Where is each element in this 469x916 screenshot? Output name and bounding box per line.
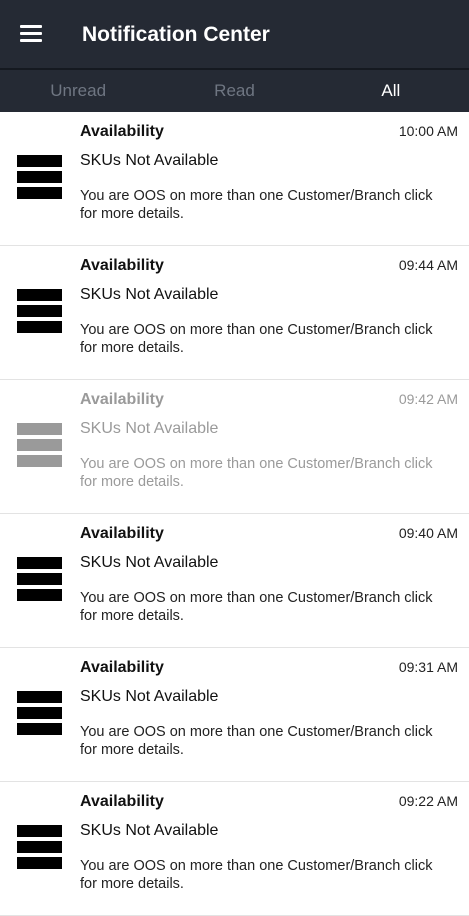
notification-title: Availability: [80, 391, 164, 408]
notification-item[interactable]: Availability 09:40 AM SKUs Not Available…: [0, 514, 469, 648]
notification-item[interactable]: Availability 10:00 AM SKUs Not Available…: [0, 112, 469, 246]
app-bar: Notification Center: [0, 0, 469, 68]
notification-body: You are OOS on more than one Customer/Br…: [80, 456, 433, 490]
tab-unread[interactable]: Unread: [0, 70, 156, 112]
notification-title: Availability: [80, 525, 164, 542]
stacked-bars-icon: [17, 557, 62, 605]
notification-title: Availability: [80, 793, 164, 810]
notification-time: 09:40 AM: [398, 525, 458, 541]
notification-subtitle: SKUs Not Available: [80, 152, 219, 169]
tab-all[interactable]: All: [313, 70, 469, 112]
notification-title: Availability: [80, 659, 164, 676]
notification-subtitle: SKUs Not Available: [80, 420, 219, 437]
notification-time: 09:42 AM: [398, 391, 458, 407]
notification-subtitle: SKUs Not Available: [80, 554, 219, 571]
notification-time: 10:00 AM: [398, 123, 458, 139]
notification-body: You are OOS on more than one Customer/Br…: [80, 590, 433, 624]
notification-item[interactable]: Availability 09:31 AM SKUs Not Available…: [0, 648, 469, 782]
notification-subtitle: SKUs Not Available: [80, 688, 219, 705]
stacked-bars-icon: [17, 691, 62, 739]
notification-item[interactable]: Availability 09:44 AM SKUs Not Available…: [0, 246, 469, 380]
notification-time: 09:31 AM: [398, 659, 458, 675]
notification-title: Availability: [80, 257, 164, 274]
notification-body: You are OOS on more than one Customer/Br…: [80, 724, 433, 758]
notification-tabs: Unread Read All: [0, 70, 469, 112]
stacked-bars-icon: [17, 155, 62, 203]
notification-body: You are OOS on more than one Customer/Br…: [80, 322, 433, 356]
page-title: Notification Center: [82, 23, 270, 46]
notification-body: You are OOS on more than one Customer/Br…: [80, 188, 433, 222]
hamburger-menu-icon[interactable]: [20, 25, 42, 43]
tab-read[interactable]: Read: [156, 70, 312, 112]
stacked-bars-icon: [17, 289, 62, 337]
notification-subtitle: SKUs Not Available: [80, 286, 219, 303]
notification-title: Availability: [80, 123, 164, 140]
stacked-bars-icon: [17, 825, 62, 873]
notification-time: 09:22 AM: [398, 793, 458, 809]
notification-subtitle: SKUs Not Available: [80, 822, 219, 839]
stacked-bars-icon: [17, 423, 62, 471]
notification-list: Availability 10:00 AM SKUs Not Available…: [0, 112, 469, 916]
notification-item-read[interactable]: Availability 09:42 AM SKUs Not Available…: [0, 380, 469, 514]
notification-time: 09:44 AM: [398, 257, 458, 273]
notification-body: You are OOS on more than one Customer/Br…: [80, 858, 433, 892]
notification-item[interactable]: Availability 09:22 AM SKUs Not Available…: [0, 782, 469, 916]
